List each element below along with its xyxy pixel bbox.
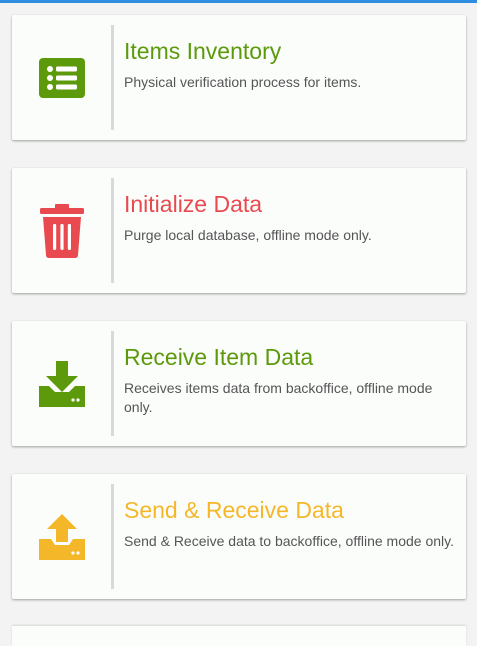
menu-card-initialize-data[interactable]: Initialize Data Purge local database, of… <box>12 168 466 293</box>
icon-container <box>12 15 112 140</box>
menu-card-items-inventory[interactable]: Items Inventory Physical verification pr… <box>12 15 466 140</box>
card-description: Send & Receive data to backoffice, offli… <box>124 533 454 549</box>
icon-container <box>12 321 112 446</box>
card-title: Items Inventory <box>124 38 282 64</box>
menu-card-receive-item-data[interactable]: Receive Item Data Receives items data fr… <box>12 321 466 446</box>
card-title: Receive Item Data <box>124 344 314 370</box>
menu-card-send-receive-data[interactable]: Send & Receive Data Send & Receive data … <box>12 474 466 599</box>
card-divider <box>111 25 114 130</box>
card-description: Purge local database, offline mode only. <box>124 227 372 243</box>
trash-icon <box>40 203 84 258</box>
menu-list: Items Inventory Physical verification pr… <box>0 0 477 646</box>
list-icon <box>39 57 85 98</box>
icon-container <box>12 168 112 293</box>
card-divider <box>111 178 114 283</box>
card-divider <box>111 484 114 589</box>
card-title: Initialize Data <box>124 191 263 217</box>
card-title: Send & Receive Data <box>124 497 344 523</box>
download-icon <box>39 360 85 407</box>
icon-container <box>12 474 112 599</box>
card-description: Receives items data from backoffice, off… <box>124 380 433 415</box>
menu-card-partial[interactable] <box>12 626 466 646</box>
upload-icon <box>39 513 85 560</box>
card-divider <box>111 331 114 436</box>
card-description: Physical verification process for items. <box>124 74 362 90</box>
